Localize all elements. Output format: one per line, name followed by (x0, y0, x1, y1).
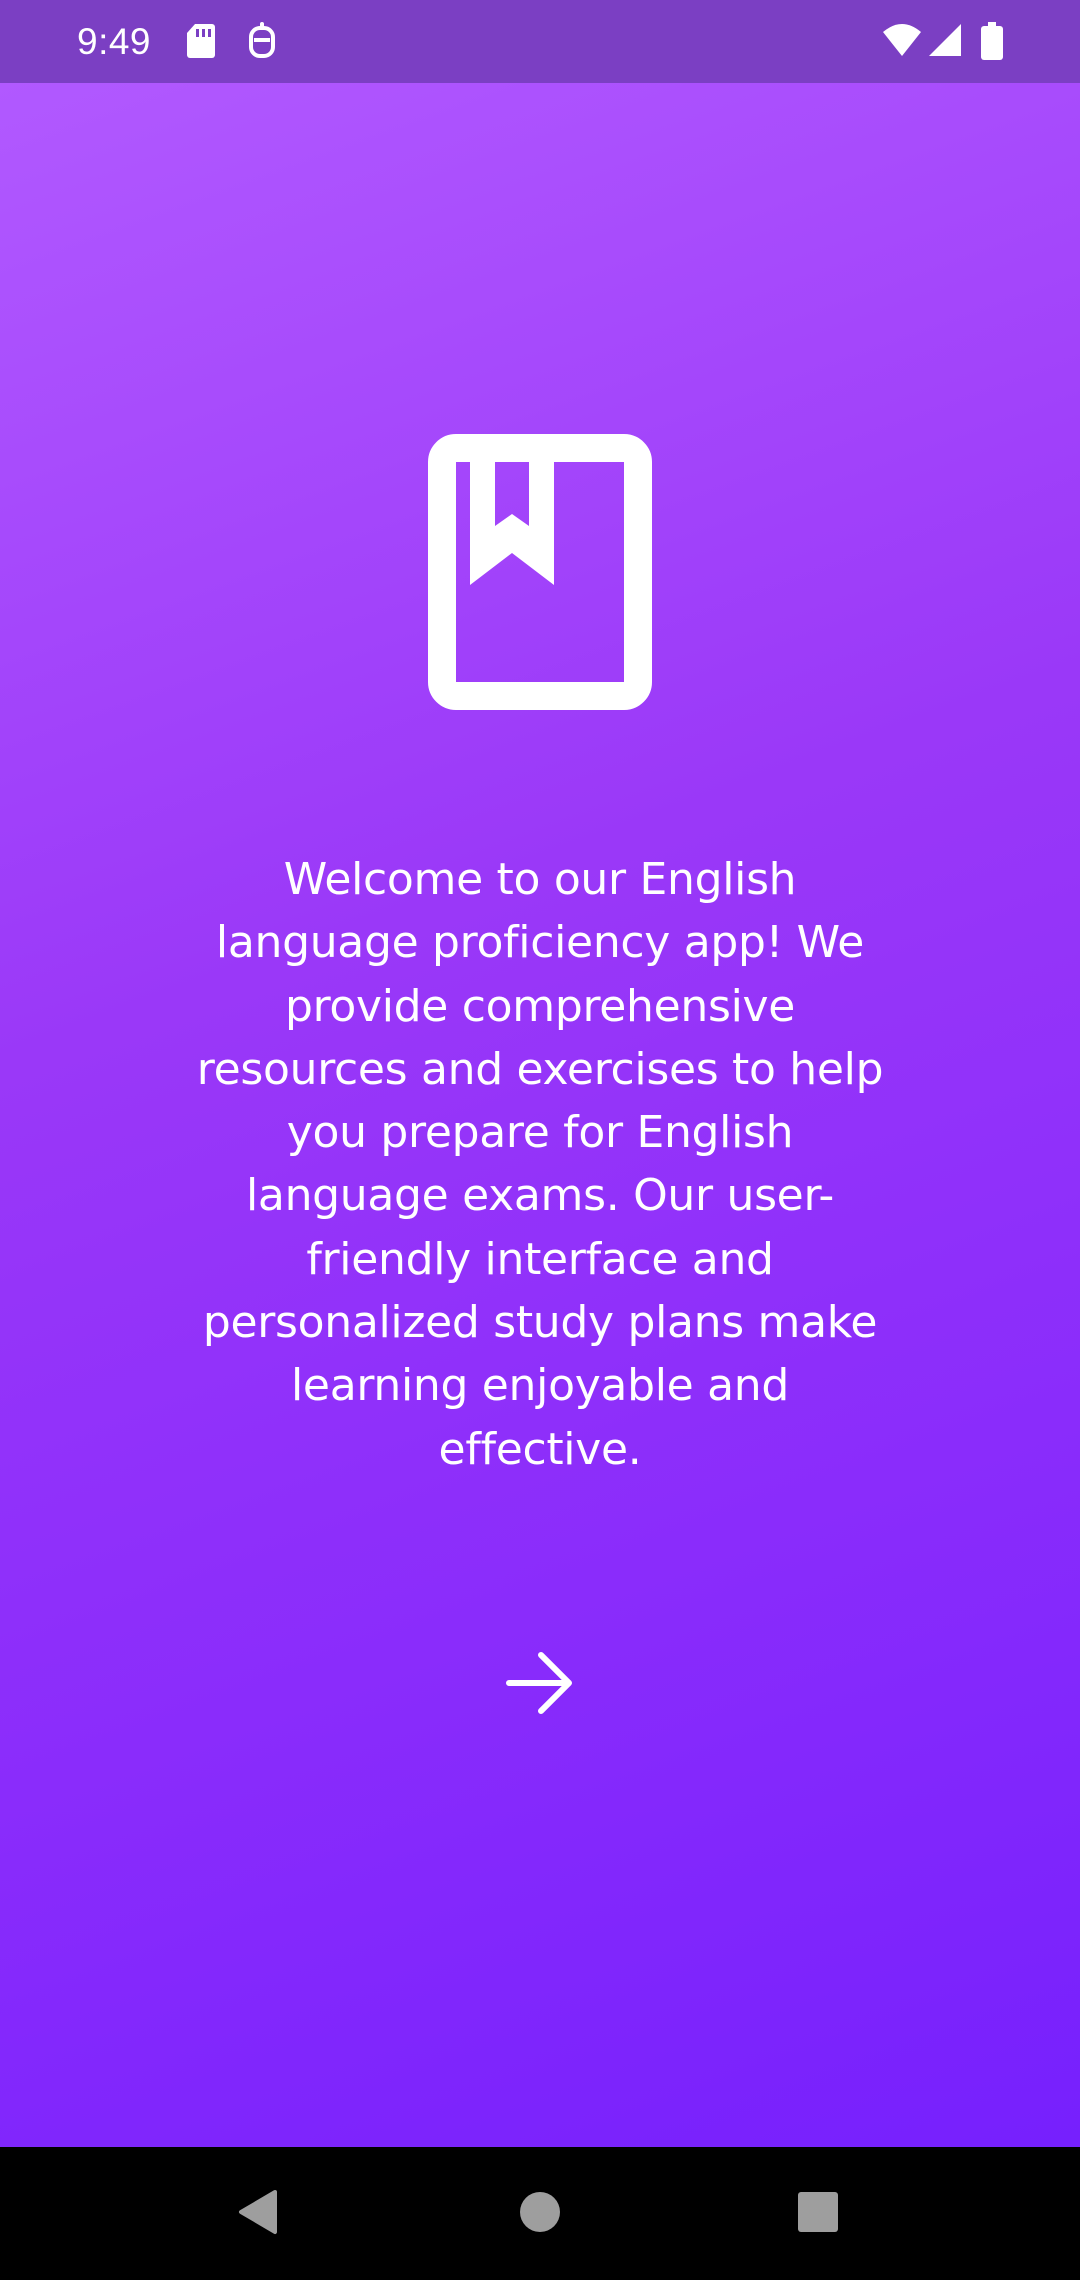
status-time: 9:49 (77, 21, 152, 62)
navigation-bar (0, 2147, 1080, 2280)
arrow-right-icon (505, 1651, 575, 1719)
cellular-signal-icon (928, 22, 962, 64)
recents-button[interactable] (748, 2147, 888, 2280)
status-bar: 9:49 (0, 0, 1080, 83)
home-button[interactable] (470, 2147, 610, 2280)
app-notification-icon (246, 22, 278, 64)
welcome-message: Welcome to our English language proficie… (196, 854, 884, 1475)
sd-card-icon (186, 22, 216, 64)
wifi-icon (882, 22, 922, 64)
home-icon (519, 2191, 561, 2237)
back-button[interactable] (189, 2147, 329, 2280)
bookmarked-book-icon (428, 434, 652, 714)
next-button[interactable] (488, 1633, 592, 1737)
welcome-screen: Welcome to our English language proficie… (0, 83, 1080, 2147)
back-icon (237, 2189, 281, 2239)
battery-icon (981, 22, 1003, 66)
recents-icon (797, 2191, 839, 2237)
